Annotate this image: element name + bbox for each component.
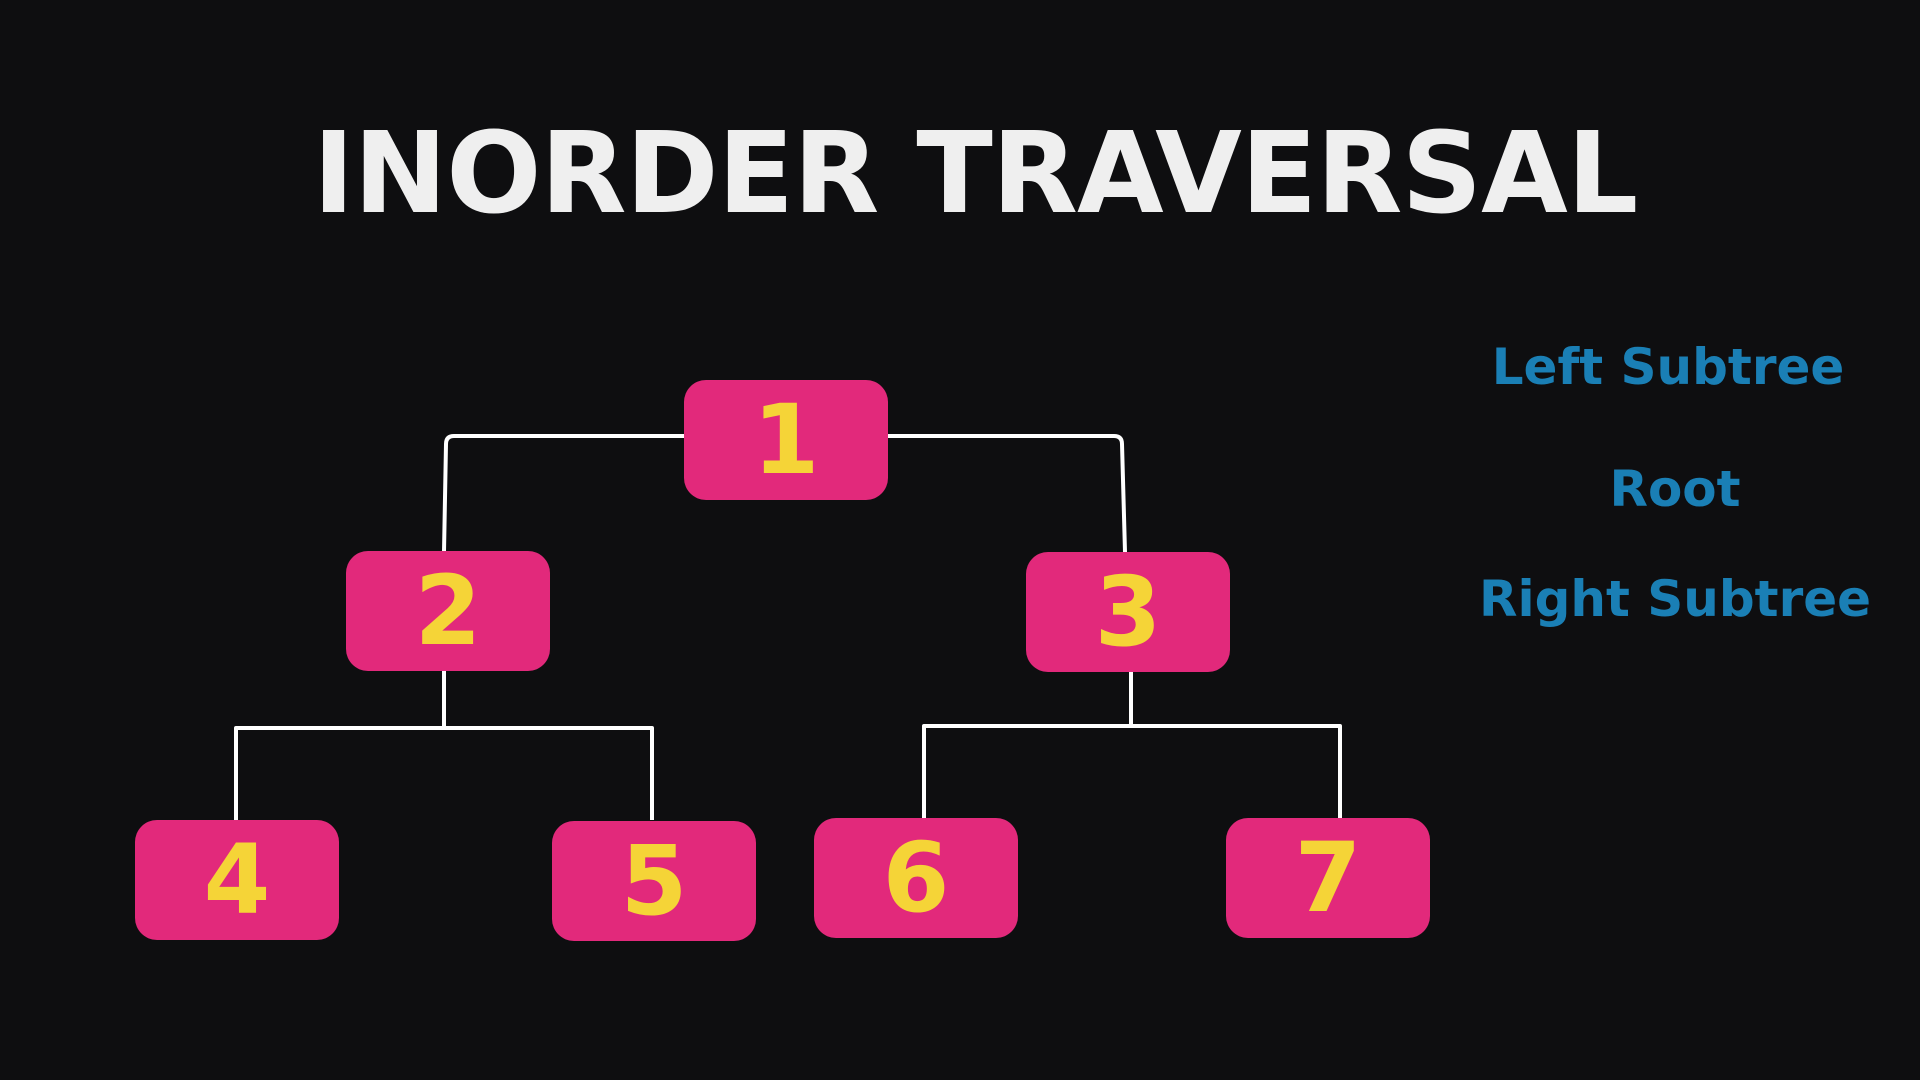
tree-node-7: 7 <box>1226 818 1430 938</box>
node-label: 2 <box>414 555 482 667</box>
legend-root: Root <box>1609 460 1741 518</box>
tree-node-1: 1 <box>684 380 888 500</box>
tree-node-5: 5 <box>552 821 756 941</box>
node-label: 4 <box>203 824 271 936</box>
node-label: 7 <box>1294 822 1362 934</box>
node-label: 6 <box>882 822 950 934</box>
edge-1-3 <box>886 434 1127 553</box>
legend-right-subtree: Right Subtree <box>1478 570 1872 628</box>
edge-2-4-5 <box>234 670 654 820</box>
tree-node-2: 2 <box>346 551 550 671</box>
node-label: 1 <box>752 384 820 496</box>
legend-left-subtree: Left Subtree <box>1491 338 1845 396</box>
edge-1-2 <box>442 434 684 553</box>
node-label: 3 <box>1094 556 1162 668</box>
node-label: 5 <box>620 825 688 937</box>
tree-node-3: 3 <box>1026 552 1230 672</box>
slide: INORDER TRAVERSAL 1 2 3 4 5 6 7 Left Sub… <box>0 0 1920 1080</box>
tree-node-6: 6 <box>814 818 1018 938</box>
tree-node-4: 4 <box>135 820 339 940</box>
edge-3-6-7 <box>922 670 1342 818</box>
